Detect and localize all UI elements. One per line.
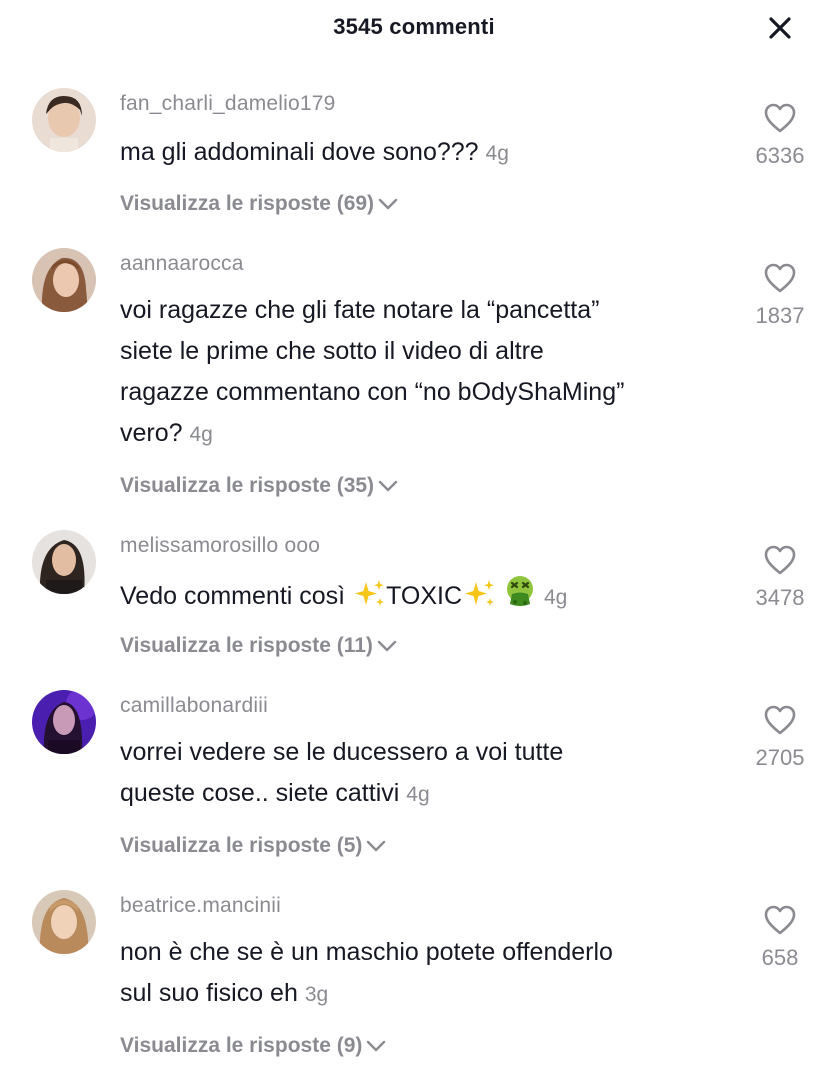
chevron-down-icon <box>367 841 386 852</box>
view-replies-button[interactable]: Visualizza le risposte (5) <box>120 834 387 858</box>
like-count: 1837 <box>755 303 805 328</box>
comment-username[interactable]: melissamorosillo ooo <box>120 534 320 558</box>
vomiting-face-icon <box>506 576 533 606</box>
avatar[interactable] <box>32 88 96 152</box>
heart-icon <box>764 905 796 935</box>
comments-header: 3545 commenti <box>0 0 828 56</box>
chevron-down-icon <box>367 1041 386 1052</box>
comment-line: siete le prime che sotto il video di alt… <box>120 337 544 365</box>
sparkles-icon <box>355 580 385 606</box>
like-count: 6336 <box>755 143 805 168</box>
comment-username[interactable]: camillabonardiii <box>120 694 268 718</box>
view-replies-button[interactable]: Visualizza le risposte (11) <box>120 634 398 658</box>
avatar[interactable] <box>32 248 96 312</box>
avatar[interactable] <box>32 890 96 954</box>
like-button[interactable]: 3478 <box>740 544 820 611</box>
comment-username[interactable]: aannaarocca <box>120 252 244 276</box>
comment-line: voi ragazze che gli fate notare la “panc… <box>120 296 600 324</box>
like-button[interactable]: 658 <box>740 904 820 971</box>
comment-line: Vedo commenti così <box>120 582 346 610</box>
like-count: 3478 <box>755 585 805 610</box>
close-button[interactable] <box>762 10 798 46</box>
view-replies-label: Visualizza le risposte (11) <box>120 634 373 657</box>
avatar[interactable] <box>32 690 96 754</box>
comment-username[interactable]: fan_charli_damelio179 <box>120 92 336 116</box>
comment-time: 4g <box>543 586 568 609</box>
comment-time: 4g <box>485 142 509 165</box>
close-icon <box>769 17 791 39</box>
comment-line: non è che se è un maschio potete offende… <box>120 938 613 966</box>
heart-icon <box>764 103 796 133</box>
heart-icon <box>764 705 796 735</box>
view-replies-label: Visualizza le risposte (35) <box>120 474 375 497</box>
comment-line: ragazze commentano con “no bOdyShaMing” <box>120 378 625 406</box>
view-replies-label: Visualizza le risposte (5) <box>120 834 363 857</box>
heart-icon <box>764 545 796 575</box>
view-replies-button[interactable]: Visualizza le risposte (69) <box>120 192 399 216</box>
heart-icon <box>764 263 796 293</box>
comment-line: queste cose.. siete cattivi <box>120 779 400 807</box>
comment-text: ma gli addominali dove sono??? 4g <box>120 132 730 174</box>
comment-text: voi ragazze che gli fate notare la “panc… <box>120 290 730 455</box>
view-replies-label: Visualizza le risposte (9) <box>120 1034 363 1057</box>
comments-count-title: 3545 commenti <box>333 14 495 39</box>
like-button[interactable]: 1837 <box>740 262 820 329</box>
comment-line: vorrei vedere se le ducessero a voi tutt… <box>120 738 564 766</box>
like-count: 658 <box>761 945 799 970</box>
chevron-down-icon <box>378 481 398 492</box>
comment-text: non è che se è un maschio potete offende… <box>120 932 730 1015</box>
comment-text: Vedo commenti così TOXIC 4g <box>120 574 730 618</box>
chevron-down-icon <box>377 641 397 652</box>
view-replies-label: Visualizza le risposte (69) <box>120 192 375 215</box>
comment-text: vorrei vedere se le ducessero a voi tutt… <box>120 732 730 815</box>
comment-time: 3g <box>304 983 329 1006</box>
view-replies-button[interactable]: Visualizza le risposte (9) <box>120 1034 387 1058</box>
toxic-text: TOXIC <box>386 582 463 610</box>
like-button[interactable]: 6336 <box>740 102 820 169</box>
avatar[interactable] <box>32 530 96 594</box>
comment-username[interactable]: beatrice.mancinii <box>120 894 281 918</box>
comment-line: ma gli addominali dove sono??? <box>120 138 479 166</box>
chevron-down-icon <box>378 199 398 210</box>
view-replies-button[interactable]: Visualizza le risposte (35) <box>120 474 399 498</box>
comment-line: sul suo fisico eh <box>120 979 298 1007</box>
comment-time: 4g <box>406 783 430 806</box>
like-button[interactable]: 2705 <box>740 704 820 771</box>
comment-time: 4g <box>189 423 213 446</box>
sparkles-icon <box>465 580 495 606</box>
like-count: 2705 <box>755 745 805 770</box>
comment-line: vero? <box>120 419 183 447</box>
